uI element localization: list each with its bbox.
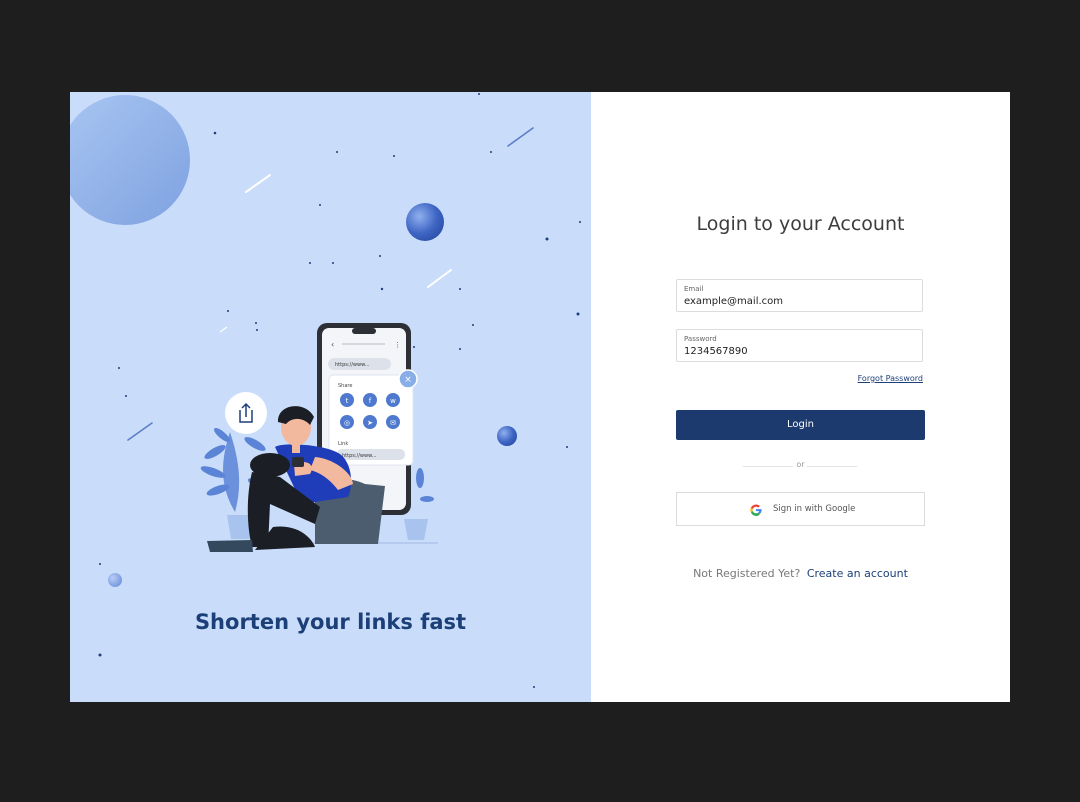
- create-account-link[interactable]: Create an account: [807, 567, 908, 580]
- email-field[interactable]: Email: [676, 279, 923, 312]
- svg-text:⋮: ⋮: [394, 341, 401, 349]
- login-button[interactable]: Login: [676, 410, 925, 440]
- planet-medium: [406, 203, 444, 241]
- svg-text:w: w: [390, 397, 396, 405]
- register-question: Not Registered Yet?: [693, 567, 801, 580]
- google-icon: [750, 504, 762, 516]
- svg-text:https://www...: https://www...: [342, 453, 377, 459]
- forgot-password-link[interactable]: Forgot Password: [591, 374, 923, 383]
- svg-text:×: ×: [404, 375, 412, 385]
- google-signin-label: Sign in with Google: [773, 504, 856, 514]
- svg-text:Link: Link: [338, 441, 348, 447]
- app-frame: ‹ ⋮ https://www... Share tfw ◎ ➤ ✉ Link ht…: [70, 92, 1010, 702]
- login-heading: Login to your Account: [696, 213, 905, 235]
- svg-text:✉: ✉: [390, 419, 396, 427]
- login-panel: Login to your Account Email Password For…: [591, 92, 1010, 702]
- email-label: Email: [684, 285, 704, 293]
- planet-large: [70, 95, 190, 225]
- password-input[interactable]: [684, 346, 914, 357]
- svg-text:t: t: [346, 397, 349, 405]
- svg-text:➤: ➤: [367, 419, 373, 427]
- password-field[interactable]: Password: [676, 329, 923, 362]
- svg-text:◎: ◎: [344, 419, 350, 427]
- svg-text:https://www...: https://www...: [335, 362, 370, 368]
- planet-small: [497, 426, 517, 446]
- or-separator: or: [796, 460, 805, 469]
- hero-panel: ‹ ⋮ https://www... Share tfw ◎ ➤ ✉ Link ht…: [70, 92, 591, 702]
- google-signin-button[interactable]: Sign in with Google: [676, 492, 925, 526]
- password-label: Password: [684, 335, 717, 343]
- email-input[interactable]: [684, 296, 914, 307]
- planet-tiny: [108, 573, 122, 587]
- register-prompt: Not Registered Yet? Create an account: [591, 567, 1010, 580]
- svg-text:‹: ‹: [331, 340, 334, 349]
- hero-tagline: Shorten your links fast: [194, 610, 467, 634]
- svg-text:Share: Share: [338, 383, 352, 389]
